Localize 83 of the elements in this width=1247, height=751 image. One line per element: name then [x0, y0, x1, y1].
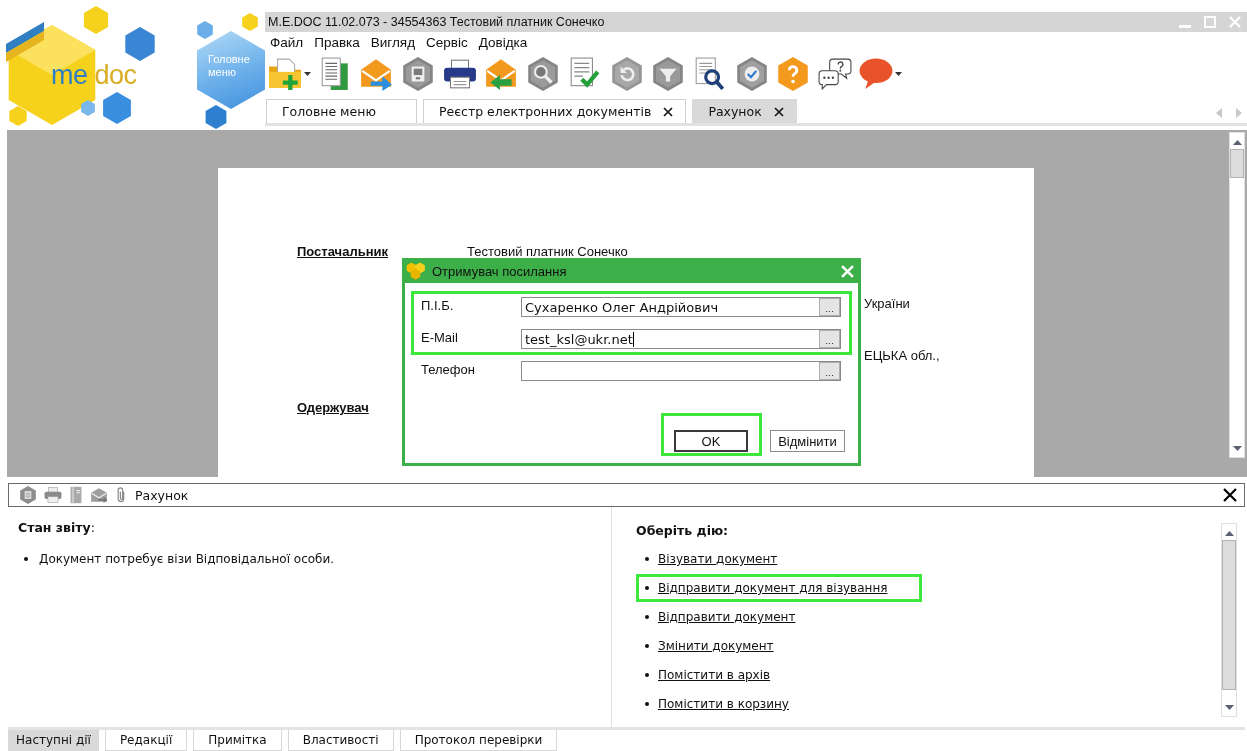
toolbar-button[interactable] — [816, 55, 853, 93]
tab[interactable]: Протокол перевірки — [399, 730, 558, 751]
menu-item[interactable]: Довідка — [478, 34, 528, 50]
hexagon-check-icon — [736, 57, 767, 91]
text-field[interactable]: Сухаренко Олег Андрійович ... — [521, 297, 841, 317]
binder-icon[interactable] — [70, 486, 82, 504]
action-link[interactable]: Помістити в корзину — [658, 697, 789, 711]
close-icon[interactable] — [663, 106, 674, 117]
envelope-arrow-icon — [484, 57, 519, 91]
caret-icon — [894, 72, 902, 76]
tab[interactable]: Рахунок — [692, 99, 797, 123]
arrow-down-icon[interactable] — [1224, 705, 1234, 710]
dialog-title: Отримувач посилання — [432, 263, 567, 279]
field-label: Телефон — [421, 362, 475, 377]
text-field[interactable]: test_ksl@ukr.net ... — [521, 329, 841, 349]
hexagon-document-icon[interactable] — [20, 486, 36, 504]
bullet-icon — [24, 557, 28, 561]
field-label: E-Mail — [421, 330, 458, 345]
dialog-button[interactable]: OK — [674, 430, 748, 452]
hexagon-funnel-icon — [653, 57, 684, 91]
bullet-icon — [645, 557, 649, 561]
browse-button[interactable]: ... — [819, 362, 840, 380]
caret-icon — [304, 72, 311, 76]
tab[interactable]: Головне меню — [266, 99, 417, 123]
browse-button[interactable]: ... — [819, 298, 840, 316]
field-value: Тестовий платник Сонечко — [467, 244, 628, 259]
document-text: ЕЦЬКА обл., — [864, 348, 940, 363]
paperclip-icon[interactable] — [116, 486, 127, 504]
vertical-scrollbar[interactable] — [1229, 132, 1245, 458]
status-text: Документ потребує візи Відповідальної особи. — [39, 552, 335, 566]
logo-text: me doc — [51, 60, 137, 90]
arrow-up-icon[interactable] — [1232, 140, 1242, 145]
tab[interactable]: Редакції — [104, 730, 188, 751]
vertical-scrollbar[interactable] — [1221, 523, 1237, 717]
menu-item[interactable]: Вигляд — [370, 34, 416, 50]
bullet-icon — [645, 586, 649, 590]
printer-icon[interactable] — [44, 487, 62, 503]
hexagon-question-icon — [778, 57, 809, 91]
arrow-up-icon[interactable] — [1224, 531, 1234, 536]
envelope-arrow-icon[interactable] — [90, 487, 108, 503]
speech-bubbles-icon — [817, 57, 852, 91]
envelope-arrow-icon — [359, 57, 394, 91]
tab[interactable]: Примітка — [193, 730, 282, 751]
menu-item[interactable]: Сервіс — [426, 34, 468, 50]
action-link[interactable]: Візувати документ — [658, 552, 778, 566]
browse-button[interactable]: ... — [819, 330, 840, 348]
printer-icon — [442, 59, 477, 89]
dialog-button[interactable]: Відмінити — [770, 430, 845, 452]
tab[interactable]: Наступні дії — [8, 730, 99, 751]
panel-title: Рахунок — [135, 487, 189, 503]
field-label: Постачальник — [297, 244, 388, 259]
hexagon-device-icon — [403, 57, 434, 91]
hexagon-magnifier-icon — [528, 57, 559, 91]
action-link[interactable]: Відправити документ для візування — [658, 581, 888, 595]
folder-plus-icon — [268, 57, 302, 91]
hexagon-refresh-icon — [611, 57, 642, 91]
bullet-icon — [645, 615, 649, 619]
text-field[interactable]: ... — [521, 361, 841, 381]
close-icon[interactable] — [1223, 488, 1237, 502]
field-label: П.І.Б. — [421, 298, 454, 313]
action-link[interactable]: Помістити в архів — [658, 668, 771, 682]
close-icon[interactable] — [773, 106, 784, 117]
bullet-icon — [645, 702, 649, 706]
scrollbar-thumb[interactable] — [1230, 149, 1244, 178]
field-label: Одержувач — [297, 400, 369, 415]
tab[interactable]: Реєстр електронних документів — [422, 99, 687, 123]
speech-bubble-icon — [858, 58, 893, 90]
documents-icon — [320, 57, 349, 91]
document-text: України — [864, 296, 910, 311]
arrow-down-icon[interactable] — [1232, 446, 1242, 451]
section-heading: Стан звіту: — [18, 520, 95, 536]
hexagons-icon — [406, 262, 426, 280]
bullet-icon — [645, 644, 649, 648]
document-magnifier-icon — [694, 57, 725, 91]
tab[interactable]: Властивості — [287, 730, 394, 751]
scrollbar-thumb[interactable] — [1222, 540, 1236, 690]
menu-item[interactable]: Правка — [314, 34, 360, 50]
window-title: M.E.DOC 11.02.073 - 34554363 Тестовий платник Сонечко — [268, 15, 605, 29]
action-link[interactable]: Відправити документ — [658, 610, 796, 624]
section-heading: Оберіть дію: — [636, 523, 729, 539]
action-link[interactable]: Змінити документ — [658, 639, 774, 653]
bullet-icon — [645, 673, 649, 677]
menu-item[interactable]: Файл — [270, 34, 304, 50]
